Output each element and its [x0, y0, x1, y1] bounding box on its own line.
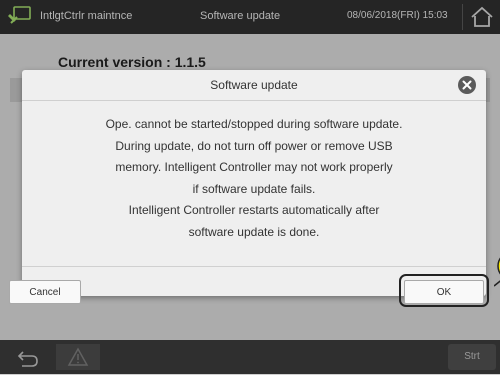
dialog-message: Ope. cannot be started/stopped during so… [22, 114, 486, 243]
message-line: if software update fails. [192, 181, 316, 196]
message-line: Ope. cannot be started/stopped during so… [105, 117, 403, 131]
message-line: software update is done. [188, 224, 320, 239]
close-icon [462, 80, 472, 90]
cancel-button-wrap: Cancel [9, 280, 81, 304]
cancel-button[interactable]: Cancel [9, 280, 81, 304]
message-line: During update, do not turn off power or … [115, 138, 393, 153]
close-button[interactable] [458, 76, 476, 94]
ok-button-highlight [399, 274, 489, 307]
dialog-divider [22, 266, 486, 267]
message-line: Intelligent Controller restarts automati… [128, 203, 380, 217]
dialog-title: Software update [22, 70, 486, 101]
callout-marker [494, 257, 500, 287]
software-update-dialog: Software update Ope. cannot be started/s… [22, 70, 486, 296]
message-line: memory. Intelligent Controller may not w… [115, 160, 393, 174]
